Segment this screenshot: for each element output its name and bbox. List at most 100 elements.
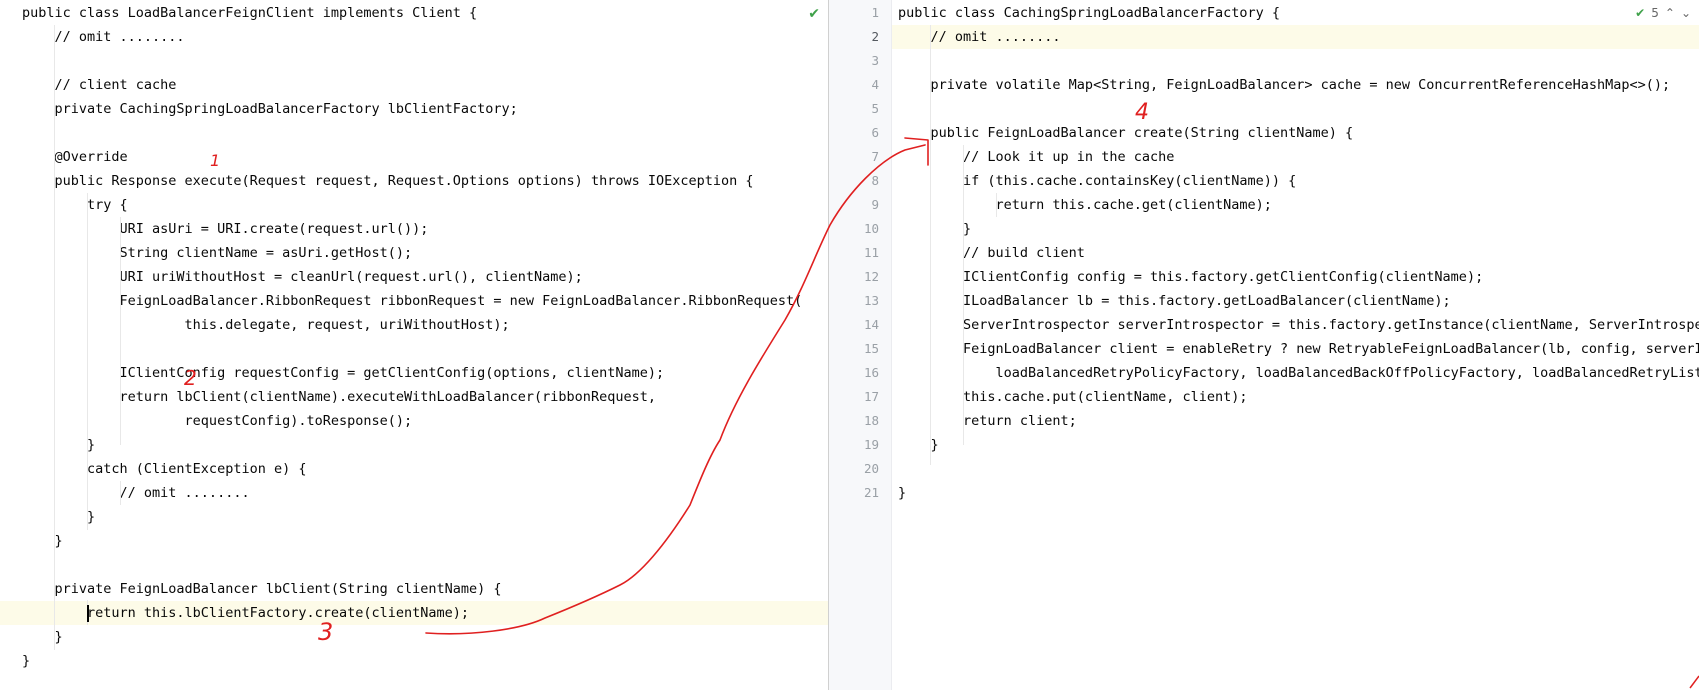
code-line-text: private volatile Map<String, FeignLoadBa… [898, 77, 1671, 93]
code-line-text: this.cache.put(clientName, client); [898, 389, 1248, 405]
line-number: 9 [871, 197, 879, 212]
code-line-text: public Response execute(Request request,… [22, 173, 754, 189]
indent-guide [120, 481, 121, 505]
code-line[interactable] [892, 457, 1699, 481]
code-line[interactable]: return this.lbClientFactory.create(clien… [0, 601, 828, 625]
line-number: 19 [863, 437, 879, 452]
code-line[interactable]: } [892, 433, 1699, 457]
code-line[interactable]: public class CachingSpringLoadBalancerFa… [892, 1, 1699, 25]
code-line[interactable]: IClientConfig requestConfig = getClientC… [0, 361, 828, 385]
code-line[interactable]: // client cache [0, 73, 828, 97]
chevron-down-icon[interactable]: ⌄ [1681, 6, 1691, 20]
code-line-text: } [22, 533, 63, 549]
code-line[interactable] [0, 121, 828, 145]
code-line-text: } [898, 221, 972, 237]
code-line[interactable]: // omit ........ [0, 481, 828, 505]
code-line[interactable]: } [0, 505, 828, 529]
code-line[interactable] [892, 49, 1699, 73]
inspection-widget[interactable]: ✔ 5 ⌃ ⌄ [1635, 6, 1691, 20]
code-line-text: URI uriWithoutHost = cleanUrl(request.ur… [22, 269, 583, 285]
line-number: 13 [863, 293, 879, 308]
code-line[interactable]: catch (ClientException e) { [0, 457, 828, 481]
code-line[interactable]: // Look it up in the cache [892, 145, 1699, 169]
indent-guide [930, 25, 931, 465]
code-line-text: this.delegate, request, uriWithoutHost); [22, 317, 510, 333]
code-line[interactable]: String clientName = asUri.getHost(); [0, 241, 828, 265]
code-line[interactable]: FeignLoadBalancer.RibbonRequest ribbonRe… [0, 289, 828, 313]
indent-guide [54, 25, 55, 650]
line-number: 8 [871, 173, 879, 188]
code-line[interactable]: } [0, 433, 828, 457]
indent-guide [87, 193, 88, 530]
code-line[interactable]: URI asUri = URI.create(request.url()); [0, 217, 828, 241]
code-line[interactable] [0, 337, 828, 361]
code-line[interactable]: if (this.cache.containsKey(clientName)) … [892, 169, 1699, 193]
indent-guide [963, 145, 964, 445]
code-line[interactable]: } [892, 481, 1699, 505]
code-line-text: URI asUri = URI.create(request.url()); [22, 221, 429, 237]
line-number: 7 [871, 149, 879, 164]
code-line-text: } [898, 437, 939, 453]
code-line[interactable]: } [0, 649, 828, 673]
code-line-text: FeignLoadBalancer client = enableRetry ?… [963, 341, 1699, 357]
code-line[interactable]: public class LoadBalancerFeignClient imp… [0, 1, 828, 25]
code-line[interactable]: loadBalancedRetryPolicyFactory, loadBala… [892, 361, 1699, 385]
code-line-text: try { [22, 197, 128, 213]
code-line[interactable]: ServerIntrospector serverIntrospector = … [892, 313, 1699, 337]
code-line-text: @Override [22, 149, 128, 165]
code-line[interactable]: public Response execute(Request request,… [0, 169, 828, 193]
line-number: 21 [863, 485, 879, 500]
code-line-text: // client cache [22, 77, 177, 93]
code-line[interactable]: // omit ........ [0, 25, 828, 49]
code-line[interactable] [0, 553, 828, 577]
code-line[interactable]: ILoadBalancer lb = this.factory.getLoadB… [892, 289, 1699, 313]
code-line[interactable]: private FeignLoadBalancer lbClient(Strin… [0, 577, 828, 601]
code-line[interactable]: private volatile Map<String, FeignLoadBa… [892, 73, 1699, 97]
code-line-text: return lbClient(clientName).executeWithL… [22, 389, 656, 405]
line-number: 20 [863, 461, 879, 476]
code-line[interactable]: } [892, 217, 1699, 241]
code-line[interactable]: FeignLoadBalancer client = enableRetry ?… [892, 337, 1699, 361]
indent-guide [120, 217, 121, 445]
code-line[interactable]: return this.cache.get(clientName); [892, 193, 1699, 217]
code-line[interactable]: try { [0, 193, 828, 217]
code-line[interactable]: // build client [892, 241, 1699, 265]
code-line-text: catch (ClientException e) { [22, 461, 307, 477]
code-line[interactable] [892, 97, 1699, 121]
code-line[interactable]: private CachingSpringLoadBalancerFactory… [0, 97, 828, 121]
line-number: 16 [863, 365, 879, 380]
code-line-text: ILoadBalancer lb = this.factory.getLoadB… [898, 293, 1451, 309]
code-line[interactable]: URI uriWithoutHost = cleanUrl(request.ur… [0, 265, 828, 289]
line-number: 11 [863, 245, 879, 260]
check-icon: ✔ [808, 6, 820, 22]
code-line[interactable]: return client; [892, 409, 1699, 433]
right-code-area[interactable]: public class CachingSpringLoadBalancerFa… [892, 0, 1699, 690]
chevron-up-icon[interactable]: ⌃ [1665, 6, 1675, 20]
code-line[interactable]: requestConfig).toResponse(); [0, 409, 828, 433]
line-number: 14 [863, 317, 879, 332]
code-line[interactable]: return lbClient(clientName).executeWithL… [0, 385, 828, 409]
code-line-text: return this.lbClientFactory.create(clien… [22, 605, 470, 621]
left-editor-pane[interactable]: public class LoadBalancerFeignClient imp… [0, 0, 828, 690]
right-editor-pane[interactable]: 1 2 3 4 5 6 7 8 9 10 11 12 13 14 15 16 17 18 19 20 21 public… [829, 0, 1699, 690]
line-number: 6 [871, 125, 879, 140]
line-number: 3 [871, 53, 879, 68]
code-line[interactable]: public FeignLoadBalancer create(String c… [892, 121, 1699, 145]
line-number: 5 [871, 101, 879, 116]
code-line[interactable]: this.cache.put(clientName, client); [892, 385, 1699, 409]
indent-guide [996, 193, 997, 217]
code-line-text: IClientConfig config = this.factory.getC… [898, 269, 1484, 285]
code-line-text: return client; [898, 413, 1077, 429]
line-number: 4 [871, 77, 879, 92]
code-line[interactable]: // omit ........ [892, 25, 1699, 49]
code-line[interactable]: } [0, 529, 828, 553]
code-line-text: String clientName = asUri.getHost(); [22, 245, 413, 261]
code-line-text: // build client [898, 245, 1085, 261]
code-line[interactable]: IClientConfig config = this.factory.getC… [892, 265, 1699, 289]
code-line-text: public class CachingSpringLoadBalancerFa… [898, 5, 1281, 21]
code-line[interactable]: @Override [0, 145, 828, 169]
code-line[interactable]: } [0, 625, 828, 649]
code-line[interactable]: this.delegate, request, uriWithoutHost); [0, 313, 828, 337]
code-line[interactable] [0, 49, 828, 73]
code-line-text: } [22, 653, 31, 669]
